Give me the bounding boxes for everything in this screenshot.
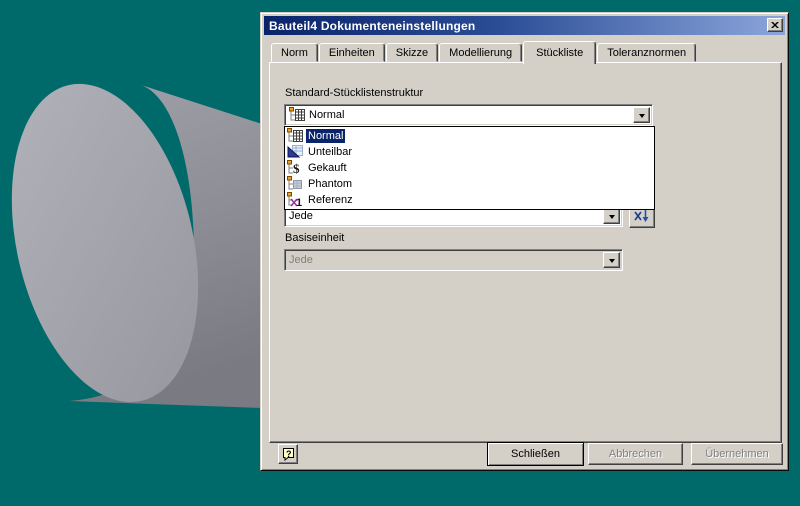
svg-text:1: 1 [296,197,302,208]
bom-structure-value: Normal [309,109,345,121]
chevron-down-icon [638,113,645,121]
bom-normal-icon [289,107,305,121]
list-item-referenz[interactable]: 1 Referenz [285,192,654,208]
bom-normal-icon [287,128,303,142]
tab-norm[interactable]: Norm [271,43,318,62]
bom-reference-icon: 1 [287,192,302,208]
quantity-dropdown-button[interactable] [603,208,620,224]
titlebar[interactable]: Bauteil4 Dokumenteneinstellungen [264,16,785,35]
tab-control: Norm Einheiten Skizze Modellierung Stück… [269,41,782,443]
close-button[interactable] [767,18,783,32]
quantity-value: Jede [289,210,313,222]
tab-toleranznormen[interactable]: Toleranznormen [597,43,697,62]
desktop: { "colors": { "desktop": "#006A6A", "tit… [0,0,800,506]
list-item-unteilbar[interactable]: Unteilbar [285,144,654,160]
base-unit-combobox: Jede [284,249,623,271]
bom-structure-label: Standard-Stücklistenstruktur [285,87,424,99]
base-unit-dropdown-button [603,252,620,268]
bom-phantom-icon [287,176,302,190]
bom-structure-dropdown-button[interactable] [633,107,650,123]
list-item-normal[interactable]: Normal [285,128,654,144]
tab-modellierung[interactable]: Modellierung [439,43,523,62]
help-icon: ? [282,447,294,461]
bom-structure-combobox[interactable]: Normal [284,104,653,126]
close-dialog-button[interactable]: Schließen [487,442,584,466]
help-button[interactable]: ? [278,444,298,464]
list-item-gekauft[interactable]: $ Gekauft [285,160,654,176]
svg-text:?: ? [286,449,292,459]
document-settings-dialog: Bauteil4 Dokumenteneinstellungen Norm Ei… [260,12,789,471]
bom-purchased-icon: $ [287,160,300,176]
base-unit-value: Jede [289,254,313,266]
tab-strip: Norm Einheiten Skizze Modellierung Stück… [271,41,697,64]
svg-text:$: $ [293,161,300,176]
tab-einheiten[interactable]: Einheiten [318,43,385,62]
bom-structure-listbox: Normal Unteilbar $ Gekauft Phantom 1 Ref… [284,126,655,210]
bom-inseparable-icon [287,145,303,158]
tab-skizze[interactable]: Skizze [385,43,439,62]
chevron-down-icon [608,258,615,266]
dialog-title: Bauteil4 Dokumenteneinstellungen [269,18,476,33]
cancel-button: Abbrechen [588,443,683,465]
cad-viewport-cylinder [11,83,262,408]
close-icon [771,21,779,28]
apply-button: Übernehmen [691,443,783,465]
base-unit-label: Basiseinheit [285,232,345,244]
tab-stueckliste[interactable]: Stückliste [523,41,597,64]
chevron-down-icon [608,214,615,222]
list-item-phantom[interactable]: Phantom [285,176,654,192]
